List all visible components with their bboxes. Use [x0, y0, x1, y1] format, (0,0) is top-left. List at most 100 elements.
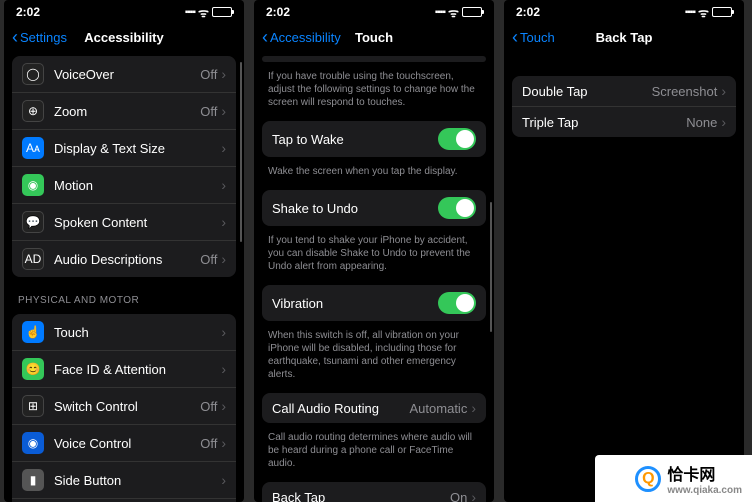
settings-row[interactable]: ◉Voice ControlOff› — [12, 425, 236, 462]
sidebutton-icon: ▮ — [22, 469, 44, 491]
settings-row[interactable]: 💬Spoken Content› — [12, 204, 236, 241]
row-label: Switch Control — [54, 399, 200, 414]
row-label: Double Tap — [522, 84, 652, 99]
settings-group: Shake to Undo — [262, 190, 486, 226]
phone-touch: 2:02 ▪▪▪▪ ᯤ ‹ Accessibility Touch If you… — [254, 0, 494, 502]
settings-group: Tap to Wake — [262, 121, 486, 157]
chevron-right-icon: › — [221, 140, 226, 156]
row-label: Spoken Content — [54, 215, 221, 230]
row-label: Shake to Undo — [272, 201, 438, 216]
faceid-icon: 😊 — [22, 358, 44, 380]
watermark-logo-icon — [635, 466, 661, 492]
settings-row[interactable]: Back TapOn› — [262, 482, 486, 502]
settings-group: Call Audio RoutingAutomatic› — [262, 393, 486, 423]
settings-row[interactable]: Vibration — [262, 285, 486, 321]
settings-row[interactable]: Shake to Undo — [262, 190, 486, 226]
battery-icon — [462, 7, 482, 17]
status-bar: 2:02 ▪▪▪▪ ᯤ — [4, 0, 244, 22]
settings-row[interactable]: ADAudio DescriptionsOff› — [12, 241, 236, 277]
row-footer: If you tend to shake your iPhone by acci… — [254, 230, 494, 281]
chevron-right-icon: › — [221, 435, 226, 451]
toggle-switch[interactable] — [438, 197, 476, 219]
row-label: Touch — [54, 325, 221, 340]
row-value: Automatic — [410, 401, 468, 416]
settings-row[interactable]: Triple TapNone› — [512, 107, 736, 137]
back-label: Touch — [520, 30, 555, 45]
watermark-url: www.qiaka.com — [667, 485, 742, 496]
settings-row[interactable]: Call Audio RoutingAutomatic› — [262, 393, 486, 423]
settings-row[interactable]: Tap to Wake — [262, 121, 486, 157]
scroll-indicator — [240, 62, 242, 242]
status-time: 2:02 — [266, 5, 290, 19]
zoom-icon: ⊕ — [22, 100, 44, 122]
back-button[interactable]: ‹ Touch — [512, 28, 555, 46]
row-value: None — [686, 115, 717, 130]
row-value: Off — [200, 399, 217, 414]
row-label: Side Button — [54, 473, 221, 488]
voicecontrol-icon: ◉ — [22, 432, 44, 454]
row-label: Display & Text Size — [54, 141, 221, 156]
chevron-right-icon: › — [221, 66, 226, 82]
watermark-name: 恰卡网 — [667, 467, 715, 484]
chevron-right-icon: › — [221, 361, 226, 377]
chevron-right-icon: › — [221, 177, 226, 193]
settings-row[interactable]: ⊞Switch ControlOff› — [12, 388, 236, 425]
settings-row[interactable]: ◯VoiceOverOff› — [12, 56, 236, 93]
scroll-indicator — [490, 202, 492, 332]
row-value: Off — [200, 67, 217, 82]
settings-row[interactable]: ☝ Touch› — [12, 314, 236, 351]
settings-row[interactable]: 😊Face ID & Attention› — [12, 351, 236, 388]
back-button[interactable]: ‹ Accessibility — [262, 28, 341, 46]
row-label: Vibration — [272, 296, 438, 311]
settings-row[interactable]: ▮Side Button› — [12, 462, 236, 499]
nav-bar: ‹ Touch Back Tap — [504, 22, 744, 52]
settings-row[interactable]: ⊕ ZoomOff › — [12, 93, 236, 130]
row-label: Zoom — [54, 104, 200, 119]
nav-bar: ‹ Settings Accessibility — [4, 22, 244, 52]
vision-group: ◯VoiceOverOff›⊕ZoomOff›AᴀDisplay & Text … — [12, 56, 236, 277]
signal-icon: ▪▪▪▪ — [435, 7, 445, 18]
content-scroll[interactable]: ◯VoiceOverOff›⊕ZoomOff›AᴀDisplay & Text … — [4, 52, 244, 502]
chevron-right-icon: › — [721, 114, 726, 130]
phone-backtap: 2:02 ▪▪▪▪ ᯤ ‹ Touch Back Tap Double TapS… — [504, 0, 744, 502]
row-value: Off — [200, 104, 217, 119]
watermark: 恰卡网 www.qiaka.com — [595, 455, 752, 502]
chevron-right-icon: › — [221, 251, 226, 267]
motion-icon: ◉ — [22, 174, 44, 196]
chevron-right-icon: › — [221, 324, 226, 340]
nav-bar: ‹ Accessibility Touch — [254, 22, 494, 52]
chevron-right-icon: › — [471, 489, 476, 502]
intro-footer: If you have trouble using the touchscree… — [254, 66, 494, 117]
toggle-switch[interactable] — [438, 292, 476, 314]
row-label: Audio Descriptions — [54, 252, 200, 267]
audiodesc-icon: AD — [22, 248, 44, 270]
row-footer: When this switch is off, all vibration o… — [254, 325, 494, 389]
chevron-right-icon: › — [721, 83, 726, 99]
wifi-icon: ᯤ — [698, 4, 709, 21]
status-bar: 2:02 ▪▪▪▪ ᯤ — [254, 0, 494, 22]
settings-row[interactable]: Double TapScreenshot› — [512, 76, 736, 107]
toggle-switch[interactable] — [438, 128, 476, 150]
row-value: On — [450, 490, 467, 502]
row-value: Off — [200, 436, 217, 451]
settings-group: Vibration — [262, 285, 486, 321]
row-value: Screenshot — [652, 84, 718, 99]
status-icons: ▪▪▪▪ ᯤ — [435, 4, 482, 21]
content-scroll[interactable]: Double TapScreenshot›Triple TapNone› — [504, 52, 744, 502]
status-bar: 2:02 ▪▪▪▪ ᯤ — [504, 0, 744, 22]
row-label: Call Audio Routing — [272, 401, 410, 416]
chevron-right-icon: › — [221, 103, 226, 119]
section-physical-motor: PHYSICAL AND MOTOR — [4, 281, 244, 310]
back-label: Accessibility — [270, 30, 341, 45]
content-scroll[interactable]: If you have trouble using the touchscree… — [254, 52, 494, 502]
signal-icon: ▪▪▪▪ — [685, 7, 695, 18]
settings-row[interactable]: ◉Motion› — [12, 167, 236, 204]
chevron-right-icon: › — [221, 398, 226, 414]
back-label: Settings — [20, 30, 67, 45]
back-button[interactable]: ‹ Settings — [12, 28, 67, 46]
chevron-left-icon: ‹ — [262, 28, 268, 46]
status-time: 2:02 — [16, 5, 40, 19]
touch-icon: ☝ — [22, 321, 44, 343]
chevron-right-icon: › — [221, 214, 226, 230]
settings-row[interactable]: AᴀDisplay & Text Size› — [12, 130, 236, 167]
